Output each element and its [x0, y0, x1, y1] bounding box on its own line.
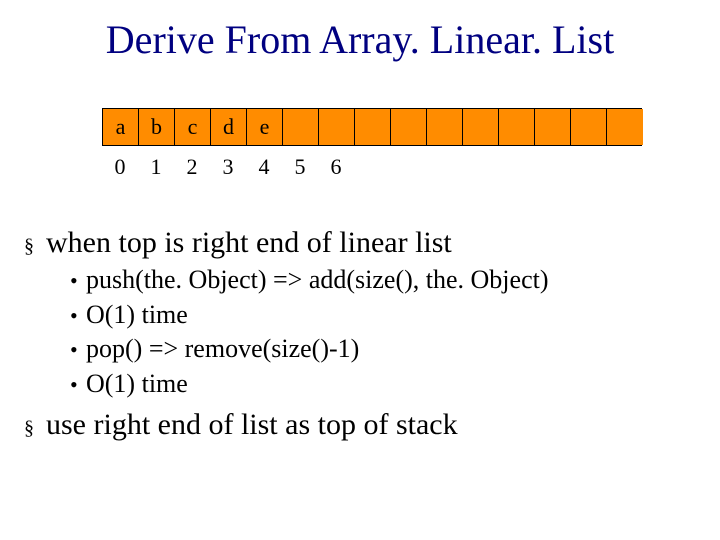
- dot-bullet-icon: •: [70, 336, 86, 364]
- array-index: 2: [174, 154, 210, 180]
- bullet-text: O(1) time: [86, 299, 696, 332]
- array-index: 1: [138, 154, 174, 180]
- bullet-text: when top is right end of linear list: [46, 224, 696, 262]
- square-bullet-icon: §: [24, 230, 46, 262]
- array-cell: [355, 109, 391, 145]
- bullet-text: O(1) time: [86, 368, 696, 401]
- array-cell: d: [211, 109, 247, 145]
- bullet-level2: • push(the. Object) => add(size(), the. …: [70, 264, 696, 297]
- dot-bullet-icon: •: [70, 302, 86, 330]
- array-cell: c: [175, 109, 211, 145]
- dot-bullet-icon: •: [70, 371, 86, 399]
- array-cell: [499, 109, 535, 145]
- bullet-level1: § when top is right end of linear list: [24, 224, 696, 262]
- bullet-text: pop() => remove(size()-1): [86, 333, 696, 366]
- array-cell: [391, 109, 427, 145]
- array-index: 6: [318, 154, 354, 180]
- array-cells-row: a b c d e: [102, 108, 642, 146]
- array-cell: [607, 109, 643, 145]
- bullet-level2: • O(1) time: [70, 299, 696, 332]
- array-cell: [427, 109, 463, 145]
- bullet-text: push(the. Object) => add(size(), the. Ob…: [86, 264, 696, 297]
- bullet-level2: • pop() => remove(size()-1): [70, 333, 696, 366]
- array-index: 4: [246, 154, 282, 180]
- array-index: 5: [282, 154, 318, 180]
- array-cell: [571, 109, 607, 145]
- array-diagram: a b c d e 0 1 2 3 4 5 6: [102, 108, 642, 180]
- array-cell: [283, 109, 319, 145]
- bullet-level2: • O(1) time: [70, 368, 696, 401]
- bullet-text: use right end of list as top of stack: [46, 406, 696, 444]
- dot-bullet-icon: •: [70, 267, 86, 295]
- array-index: 3: [210, 154, 246, 180]
- array-cell: [463, 109, 499, 145]
- slide: Derive From Array. Linear. List a b c d …: [0, 0, 720, 540]
- array-index-row: 0 1 2 3 4 5 6: [102, 154, 642, 180]
- array-cell: [535, 109, 571, 145]
- array-index: 0: [102, 154, 138, 180]
- slide-body: § when top is right end of linear list •…: [24, 218, 696, 444]
- array-cell: a: [103, 109, 139, 145]
- square-bullet-icon: §: [24, 412, 46, 444]
- slide-title: Derive From Array. Linear. List: [0, 16, 720, 63]
- array-cell: e: [247, 109, 283, 145]
- array-cell: b: [139, 109, 175, 145]
- bullet-level1: § use right end of list as top of stack: [24, 406, 696, 444]
- array-cell: [319, 109, 355, 145]
